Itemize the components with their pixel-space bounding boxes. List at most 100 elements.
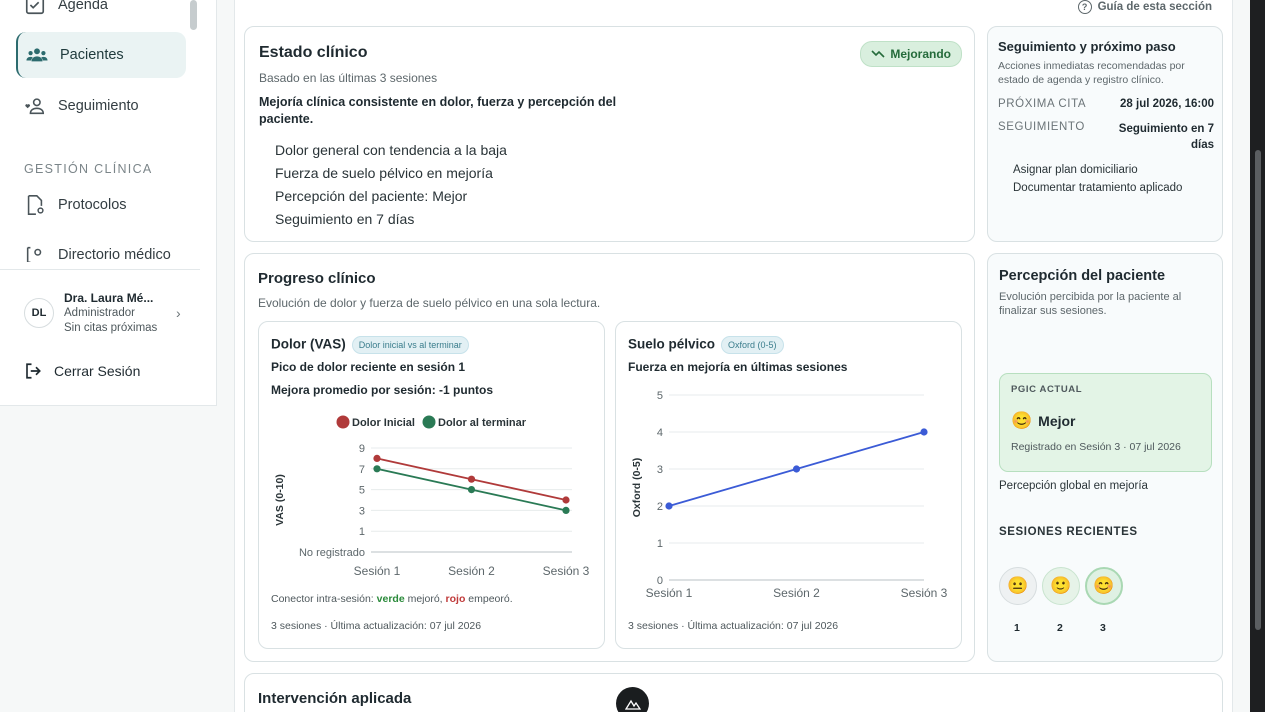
clinical-state-card: Estado clínico Mejorando Basado en las ú… xyxy=(244,26,975,242)
session-number: 2 xyxy=(1057,622,1063,634)
logout-label: Cerrar Sesión xyxy=(54,363,141,379)
sidebar-nav: Agenda Pacientes Seguimiento GESTIÓN CLÍ… xyxy=(0,0,200,262)
data-point xyxy=(467,486,476,494)
sidebar-item-agenda[interactable]: Agenda xyxy=(16,0,186,28)
y-tick-label: 9 xyxy=(359,443,365,455)
logout-icon xyxy=(26,363,41,379)
session-number: 1 xyxy=(1014,622,1020,634)
y-axis-label: Oxford (0-5) xyxy=(631,458,643,518)
note-red: rojo xyxy=(445,593,466,605)
legend-marker xyxy=(422,415,436,429)
sidebar-scrollbar[interactable] xyxy=(186,0,200,262)
sidebar-item-seguimiento[interactable]: Seguimiento xyxy=(16,83,186,129)
data-point xyxy=(920,428,928,436)
x-tick-label: Sesión 2 xyxy=(448,564,495,578)
sidebar-item-label: Directorio médico xyxy=(58,247,171,262)
list-item: Dolor general con tendencia a la baja xyxy=(275,142,507,158)
chart-card-header: Dolor (VAS) Dolor inicial vs al terminar xyxy=(271,336,469,354)
y-tick-label: 5 xyxy=(359,485,365,497)
card-title: Seguimiento y próximo paso xyxy=(998,39,1176,54)
user-heart-icon xyxy=(25,98,45,115)
y-tick-label: No registrado xyxy=(299,547,365,559)
y-tick-label: 1 xyxy=(359,526,365,538)
note-text: empeoró. xyxy=(465,593,513,605)
sidebar-item-label: Protocolos xyxy=(58,197,127,213)
session-number: 3 xyxy=(1100,622,1106,634)
sidebar-item-directorio[interactable]: Directorio médico xyxy=(16,232,186,262)
sidebar-item-label: Pacientes xyxy=(60,47,124,63)
chart-chip: Dolor inicial vs al terminar xyxy=(351,336,469,354)
card-title: Estado clínico xyxy=(259,44,368,61)
calendar-check-icon xyxy=(25,0,45,15)
legend-label: Dolor Inicial xyxy=(352,417,415,429)
trend-down-icon xyxy=(871,50,885,58)
card-title: Percepción del paciente xyxy=(999,268,1166,284)
data-point xyxy=(467,475,476,483)
slight-smile-face-icon[interactable]: 🙂 xyxy=(1042,567,1080,605)
pgic-value: Mejor xyxy=(1038,413,1076,429)
x-tick-label: Sesión 1 xyxy=(354,564,401,578)
note-text: Conector intra-sesión: xyxy=(271,593,377,605)
pain-chart: No registrado 1 3 5 7 9 Sesión 1 Sesión 2 Sesión… xyxy=(274,415,590,578)
perception-card: Percepción del paciente Evolución percib… xyxy=(987,253,1223,662)
y-tick-label: 7 xyxy=(359,464,365,476)
data-point xyxy=(665,502,673,510)
legend-label: Dolor al terminar xyxy=(438,417,527,429)
users-icon xyxy=(26,48,48,62)
y-tick-label: 5 xyxy=(657,390,663,402)
floating-action-button[interactable] xyxy=(616,687,649,712)
card-subtitle: Basado en las últimas 3 sesiones xyxy=(259,71,438,85)
value: 28 jul 2026, 16:00 xyxy=(1120,98,1214,110)
window-scrollbar[interactable] xyxy=(1250,0,1265,712)
sidebar-item-protocolos[interactable]: Protocolos xyxy=(16,182,186,228)
actions-list: Asignar plan domiciliario Documentar tra… xyxy=(1013,161,1182,197)
x-tick-label: Sesión 1 xyxy=(646,586,693,600)
label: PRÓXIMA CITA xyxy=(998,98,1087,110)
y-tick-label: 2 xyxy=(657,501,663,513)
sidebar-item-label: Agenda xyxy=(58,0,108,13)
user-name: Dra. Laura Mé... xyxy=(64,291,154,305)
smile-face-icon: 😊 xyxy=(1011,411,1033,430)
directory-icon xyxy=(26,246,42,262)
user-profile[interactable]: DL Dra. Laura Mé... Administrador Sin ci… xyxy=(24,291,194,339)
help-icon: ? xyxy=(1077,0,1092,14)
badge-label: Mejorando xyxy=(890,47,951,61)
avatar: DL xyxy=(24,298,54,328)
action-item[interactable]: Documentar tratamiento aplicado xyxy=(1013,179,1182,197)
list-item: Fuerza de suelo pélvico en mejoría xyxy=(275,165,493,181)
sidebar-item-label: Seguimiento xyxy=(58,98,139,114)
x-tick-label: Sesión 3 xyxy=(543,564,590,578)
card-title: Progreso clínico xyxy=(258,270,376,287)
guide-link[interactable]: ? Guía de esta sección xyxy=(1077,0,1212,14)
guide-label: Guía de esta sección xyxy=(1097,1,1212,13)
smile-face-icon[interactable]: 😊 xyxy=(1085,567,1123,605)
neutral-face-icon[interactable]: 😐 xyxy=(999,567,1037,605)
chart-title: Suelo pélvico xyxy=(628,336,716,352)
card-subtitle: Evolución percibida por la paciente al f… xyxy=(999,291,1182,317)
logout-button[interactable]: Cerrar Sesión xyxy=(24,362,140,380)
sidebar-scrollbar-thumb[interactable] xyxy=(190,0,197,30)
connector-note: Conector intra-sesión: verde mejoró, roj… xyxy=(271,593,513,605)
chevron-right-icon: › xyxy=(176,305,181,321)
note-text: mejoró, xyxy=(404,593,446,605)
sidebar: Agenda Pacientes Seguimiento GESTIÓN CLÍ… xyxy=(0,0,217,406)
sidebar-item-pacientes[interactable]: Pacientes xyxy=(16,32,186,78)
pelvic-chart: 012345Sesión 1 Sesión 2 Sesión 3Oxford (0-… xyxy=(631,390,948,600)
pain-insight-2: Mejora promedio por sesión: -1 puntos xyxy=(271,383,494,397)
clinical-bullets: Dolor general con tendencia a la baja Fu… xyxy=(275,139,507,231)
card-title: Intervención aplicada xyxy=(258,690,412,707)
data-point xyxy=(562,496,570,504)
action-item[interactable]: Asignar plan domiciliario xyxy=(1013,161,1182,179)
data-point xyxy=(792,465,801,473)
file-gear-icon xyxy=(27,195,44,215)
data-point xyxy=(373,454,381,462)
y-tick-label: 3 xyxy=(359,505,365,517)
pain-insight-1: Pico de dolor reciente en sesión 1 xyxy=(271,360,466,374)
data-point xyxy=(562,506,570,514)
note-green: verde xyxy=(376,593,405,605)
window-scrollbar-thumb[interactable] xyxy=(1255,150,1261,630)
user-role: Administrador xyxy=(64,307,135,319)
pelvic-insight: Fuerza en mejoría en últimas sesiones xyxy=(628,360,848,374)
label: SEGUIMIENTO xyxy=(998,121,1085,133)
y-tick-label: 4 xyxy=(657,427,663,439)
